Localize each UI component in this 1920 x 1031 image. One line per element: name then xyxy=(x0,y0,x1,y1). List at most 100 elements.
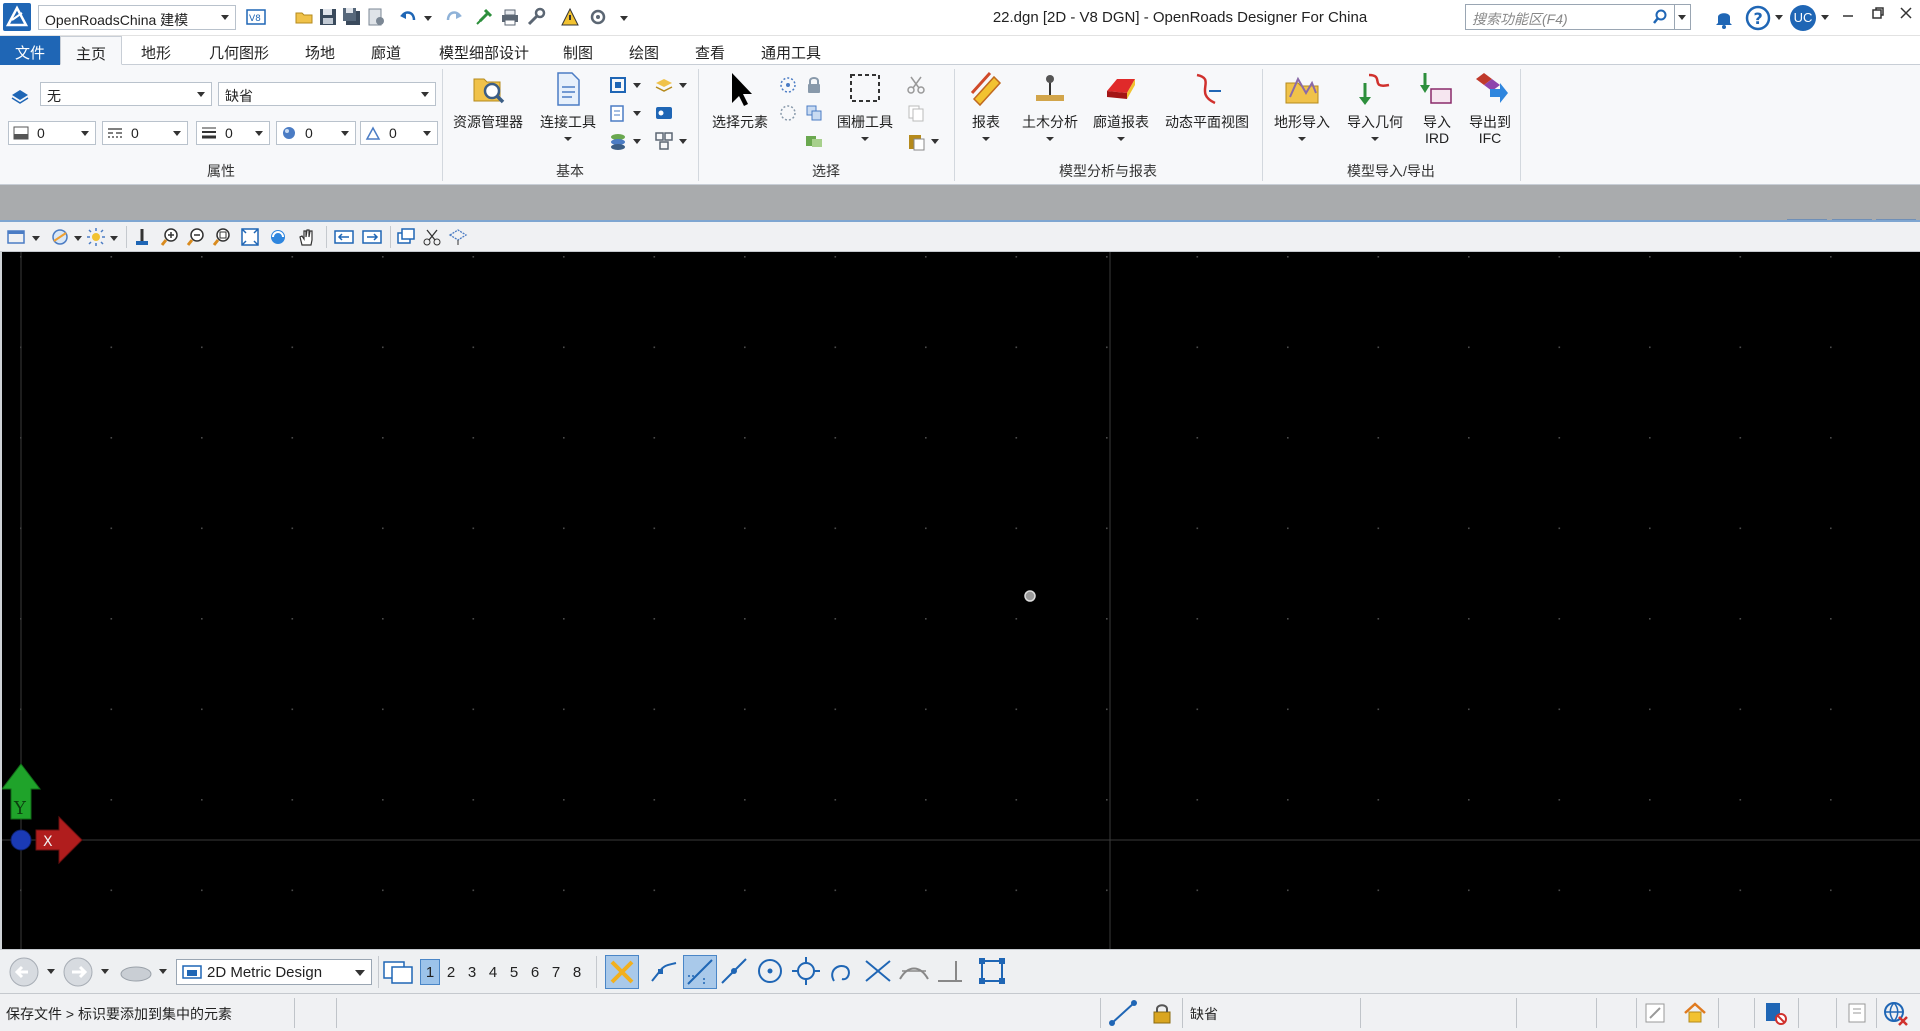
view-next-icon[interactable] xyxy=(362,227,382,247)
layers-dropdown-icon[interactable] xyxy=(632,131,642,151)
tab-terrain[interactable]: 地形 xyxy=(126,36,186,65)
maximize-button[interactable] xyxy=(1864,6,1892,30)
snap-center-button[interactable] xyxy=(754,955,788,989)
undo-icon[interactable] xyxy=(398,7,418,27)
paste-dropdown-icon[interactable] xyxy=(930,131,940,151)
saved-views-icon[interactable] xyxy=(118,960,154,984)
window-area-icon[interactable] xyxy=(212,227,232,247)
attach-tools-button[interactable]: 连接工具 xyxy=(532,69,604,146)
cells-dropdown-icon[interactable] xyxy=(678,131,688,151)
lock-icon[interactable] xyxy=(804,75,824,95)
snap-keypoint-button[interactable] xyxy=(648,955,682,989)
snap-origin-button[interactable] xyxy=(790,955,824,989)
tab-home[interactable]: 主页 xyxy=(60,36,122,65)
view-button-3[interactable]: 3 xyxy=(462,959,482,985)
settings-icon[interactable] xyxy=(588,7,608,27)
references-dropdown-icon[interactable] xyxy=(632,103,642,123)
workflow-dropdown[interactable]: OpenRoadsChina 建模 xyxy=(38,5,236,30)
view-camera-icon[interactable] xyxy=(448,227,468,247)
help-dropdown-icon[interactable] xyxy=(1774,12,1784,22)
import-ird-button[interactable]: 导入 IRD xyxy=(1414,69,1460,146)
pan-view-icon[interactable] xyxy=(296,227,316,247)
v8-version-icon[interactable]: V8 xyxy=(246,7,266,27)
connection-status-icon[interactable] xyxy=(1882,1000,1910,1026)
ribbon-search-input[interactable]: 搜索功能区(F4) xyxy=(1465,4,1675,30)
view-attributes-dropdown-icon[interactable] xyxy=(30,227,42,247)
home-icon[interactable] xyxy=(1682,1000,1708,1026)
user-avatar[interactable]: UC xyxy=(1790,5,1816,31)
snap-tangent-button[interactable] xyxy=(826,955,860,989)
lighting-icon[interactable] xyxy=(86,227,106,247)
update-view-icon[interactable] xyxy=(132,227,152,247)
line-style-dropdown[interactable]: 0 xyxy=(102,121,188,145)
design-file-icon[interactable] xyxy=(1762,1000,1788,1026)
dynamic-plan-view-button[interactable]: 动态平面视图 xyxy=(1158,69,1256,130)
level-manager-icon[interactable] xyxy=(10,85,30,105)
reports-button[interactable]: 报表 xyxy=(960,69,1012,146)
select-all-icon[interactable] xyxy=(778,75,798,95)
view-attributes-icon[interactable] xyxy=(6,227,26,247)
tab-drawing[interactable]: 绘图 xyxy=(616,36,672,65)
tab-corridor[interactable]: 廊道 xyxy=(358,36,414,65)
drawing-canvas[interactable]: Y X xyxy=(0,252,1920,949)
snap-nearest-button[interactable] xyxy=(683,955,717,989)
search-options-button[interactable] xyxy=(1675,4,1691,30)
help-icon[interactable]: ? xyxy=(1745,5,1771,31)
user-dropdown-icon[interactable] xyxy=(1820,12,1830,22)
snap-perpendicular-button[interactable] xyxy=(934,955,968,989)
snap-intersection-button[interactable] xyxy=(862,955,896,989)
fit-view-icon[interactable] xyxy=(240,227,260,247)
minimize-button[interactable] xyxy=(1834,6,1862,30)
models-dropdown-icon[interactable] xyxy=(632,75,642,95)
paste-icon[interactable] xyxy=(906,131,926,151)
design-history-icon[interactable] xyxy=(1642,1000,1668,1026)
rotate-view-icon[interactable] xyxy=(268,227,288,247)
corridor-reports-button[interactable]: 廊道报表 xyxy=(1088,69,1154,146)
snap-midpoint-button[interactable] xyxy=(718,955,752,989)
tab-view[interactable]: 查看 xyxy=(682,36,738,65)
references-icon[interactable] xyxy=(608,103,628,123)
view-button-6[interactable]: 6 xyxy=(525,959,545,985)
civil-analysis-button[interactable]: 土木分析 xyxy=(1016,69,1084,146)
customize-quick-access-icon[interactable] xyxy=(618,7,630,27)
open-folder-icon[interactable] xyxy=(294,7,314,27)
models-icon[interactable] xyxy=(608,75,628,95)
view-button-4[interactable]: 4 xyxy=(483,959,503,985)
back-arrow-icon[interactable] xyxy=(8,956,40,988)
active-model-dropdown[interactable]: 2D Metric Design xyxy=(176,959,372,985)
save-all-icon[interactable] xyxy=(342,7,362,27)
terrain-import-button[interactable]: 地形导入 xyxy=(1268,69,1336,146)
level-display-dropdown-icon[interactable] xyxy=(678,75,688,95)
zoom-in-icon[interactable] xyxy=(160,227,180,247)
notification-bell-icon[interactable] xyxy=(1712,6,1736,30)
forward-arrow-icon[interactable] xyxy=(62,956,94,988)
explorer-button[interactable]: 资源管理器 xyxy=(448,69,528,130)
zoom-out-icon[interactable] xyxy=(186,227,206,247)
transparency-dropdown[interactable]: 0 xyxy=(276,121,356,145)
element-template-dropdown[interactable]: 缺省 xyxy=(218,82,436,106)
view-button-2[interactable]: 2 xyxy=(441,959,461,985)
snap-toggle-button[interactable] xyxy=(605,955,639,989)
import-geometry-button[interactable]: 导入几何 xyxy=(1340,69,1410,146)
save-icon[interactable] xyxy=(318,7,338,27)
copy-view-icon[interactable] xyxy=(396,227,416,247)
fence-tools-button[interactable]: 围栅工具 xyxy=(834,69,896,146)
accudraw-icon[interactable] xyxy=(1108,999,1140,1027)
info-panel-icon[interactable] xyxy=(1844,1000,1870,1026)
tab-drawing-production[interactable]: 制图 xyxy=(552,36,604,65)
tab-geometry[interactable]: 几何图形 xyxy=(196,36,282,65)
back-dropdown-icon[interactable] xyxy=(46,966,56,976)
close-button[interactable] xyxy=(1892,6,1920,30)
export-ifc-button[interactable]: 导出到 IFC xyxy=(1464,69,1516,146)
tab-utilities[interactable]: 通用工具 xyxy=(750,36,832,65)
tab-file[interactable]: 文件 xyxy=(0,36,60,65)
active-level-dropdown[interactable]: 无 xyxy=(40,82,212,106)
wrench-icon[interactable] xyxy=(526,7,546,27)
tab-site[interactable]: 场地 xyxy=(292,36,348,65)
undo-dropdown-icon[interactable] xyxy=(422,7,434,27)
snap-apparent-intersection-button[interactable] xyxy=(898,955,932,989)
tools-icon[interactable] xyxy=(560,7,580,27)
circle-select-icon[interactable] xyxy=(778,103,798,123)
lock-icon[interactable] xyxy=(1152,1002,1172,1024)
views-manager-icon[interactable] xyxy=(382,958,416,986)
